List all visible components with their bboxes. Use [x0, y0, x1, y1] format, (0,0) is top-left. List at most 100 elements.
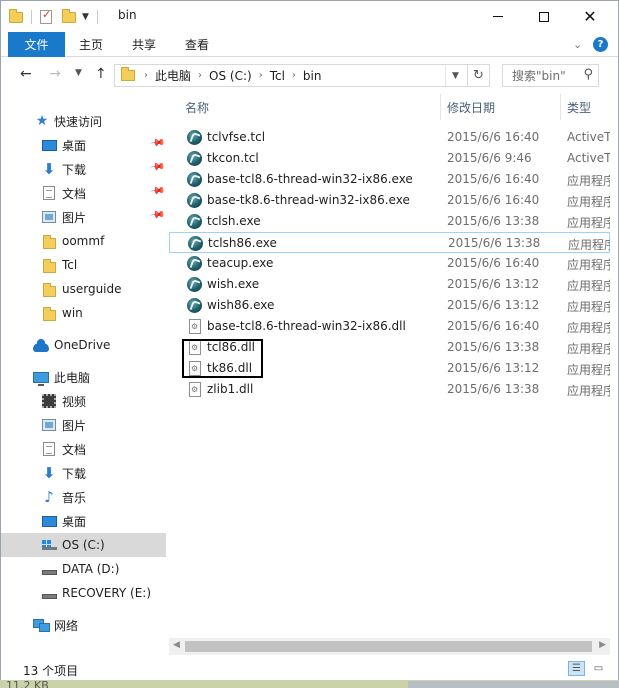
pin-icon[interactable]: 📌: [149, 207, 166, 223]
expand-ribbon-icon[interactable]: ⌄: [573, 38, 582, 51]
breadcrumb-this-pc[interactable]: 此电脑: [155, 67, 191, 84]
nav-label: 视频: [62, 394, 87, 409]
desktop-icon: [41, 513, 57, 529]
file-row[interactable]: zlib1.dll 2015/6/6 13:38 应用程序: [169, 379, 610, 400]
tab-home[interactable]: 主页: [79, 32, 103, 57]
file-row[interactable]: tkcon.tcl 2015/6/6 9:46 ActiveTcl: [169, 148, 610, 169]
maximize-icon: [539, 11, 549, 22]
nav-item-userguide[interactable]: userguide: [1, 277, 166, 301]
nav-item-drive-d[interactable]: DATA (D:): [1, 557, 166, 581]
nav-item-tcl[interactable]: Tcl: [1, 253, 166, 277]
file-row[interactable]: teacup.exe 2015/6/6 16:40 应用程序: [169, 253, 610, 274]
chevron-right-icon[interactable]: ›: [198, 70, 202, 81]
search-input[interactable]: 搜索"bin" ⚲: [502, 64, 599, 87]
pin-icon[interactable]: 📌: [149, 159, 166, 175]
folder-icon: [121, 67, 135, 81]
tcl-file-icon: [187, 151, 202, 166]
properties-icon[interactable]: [40, 8, 52, 24]
horizontal-scrollbar[interactable]: ◀ ▶: [169, 638, 610, 655]
tab-file[interactable]: 文件: [8, 32, 65, 57]
nav-item-drive-c[interactable]: OS (C:): [1, 533, 166, 557]
file-name: tclsh.exe: [207, 214, 261, 228]
nav-item-documents[interactable]: 文档: [1, 437, 166, 461]
nav-item-desktop[interactable]: 桌面: [1, 509, 166, 533]
file-row[interactable]: base-tk8.6-thread-win32-ix86.exe 2015/6/6…: [169, 190, 610, 211]
file-row[interactable]: base-tcl8.6-thread-win32-ix86.exe 2015/6/…: [169, 169, 610, 190]
file-name: wish86.exe: [207, 298, 275, 312]
star-icon: ★: [35, 113, 49, 129]
nav-item-music[interactable]: ♪ 音乐: [1, 485, 166, 509]
up-arrow-icon[interactable]: ↑: [95, 66, 107, 82]
maximize-button[interactable]: [521, 1, 567, 32]
nav-item-win[interactable]: win: [1, 301, 166, 325]
nav-item-onedrive[interactable]: OneDrive: [1, 333, 166, 357]
pin-icon[interactable]: 📌: [149, 183, 166, 199]
details-view-icon[interactable]: ☰: [568, 661, 585, 676]
file-name: base-tk8.6-thread-win32-ix86.exe: [207, 193, 410, 207]
nav-label: 快速访问: [54, 114, 103, 129]
file-row[interactable]: tclsh86.exe 2015/6/6 13:38 应用程序: [169, 232, 610, 253]
dll-file-icon: [189, 319, 201, 334]
nav-item-oommf[interactable]: oommf: [1, 229, 166, 253]
back-arrow-icon[interactable]: ←: [20, 66, 32, 82]
column-header-type[interactable]: 类型: [567, 92, 591, 122]
chevron-right-icon[interactable]: ›: [292, 70, 296, 81]
nav-item-downloads[interactable]: ⬇ 下载 📌: [1, 157, 166, 181]
scroll-left-icon[interactable]: ◀: [173, 640, 180, 650]
tcl-file-icon: [187, 298, 202, 313]
nav-item-pictures[interactable]: 图片 📌: [1, 205, 166, 229]
file-row[interactable]: wish86.exe 2015/6/6 13:12 应用程序: [169, 295, 610, 316]
file-date: 2015/6/6 13:38: [447, 340, 540, 354]
nav-item-downloads[interactable]: ⬇ 下载: [1, 461, 166, 485]
column-divider[interactable]: [440, 94, 441, 120]
tab-share[interactable]: 共享: [132, 32, 156, 57]
column-header-date[interactable]: 修改日期: [447, 92, 495, 122]
chevron-right-icon[interactable]: ›: [144, 70, 148, 81]
nav-quick-access[interactable]: ★ 快速访问: [1, 109, 166, 133]
nav-label: 文档: [62, 186, 87, 201]
file-row[interactable]: base-tcl8.6-thread-win32-ix86.dll 2015/6/…: [169, 316, 610, 337]
large-icons-view-icon[interactable]: ▭: [590, 661, 607, 676]
breadcrumb-bin[interactable]: bin: [303, 69, 322, 83]
chevron-down-icon[interactable]: ▼: [82, 12, 89, 22]
file-row[interactable]: tclsh.exe 2015/6/6 13:38 应用程序: [169, 211, 610, 232]
close-button[interactable]: ✕: [567, 1, 613, 32]
annotation-highlight-box: [182, 339, 263, 378]
column-header-name[interactable]: 名称: [185, 92, 209, 122]
file-type: 应用程序: [567, 384, 610, 398]
file-row[interactable]: wish.exe 2015/6/6 13:12 应用程序: [169, 274, 610, 295]
item-count: 13 个项目: [23, 664, 79, 678]
address-bar[interactable]: › 此电脑 › OS (C:) › Tcl › bin ▼ ↻: [114, 64, 490, 87]
minimize-button[interactable]: [475, 1, 521, 32]
column-divider[interactable]: [560, 94, 561, 120]
recent-locations-icon[interactable]: ▼: [75, 68, 82, 78]
scroll-right-icon[interactable]: ▶: [599, 640, 606, 650]
breadcrumb-tcl[interactable]: Tcl: [270, 69, 285, 83]
forward-arrow-icon[interactable]: →: [49, 66, 61, 82]
file-row[interactable]: tclvfse.tcl 2015/6/6 16:40 ActiveTcl: [169, 127, 610, 148]
nav-item-videos[interactable]: 视频: [1, 389, 166, 413]
tcl-file-icon: [187, 130, 202, 145]
help-icon[interactable]: ?: [593, 37, 608, 52]
new-folder-icon[interactable]: [62, 8, 76, 23]
address-dropdown-icon[interactable]: ▼: [445, 65, 465, 86]
breadcrumb-os-c[interactable]: OS (C:): [209, 69, 252, 83]
search-icon[interactable]: ⚲: [583, 67, 593, 82]
nav-item-desktop[interactable]: 桌面 📌: [1, 133, 166, 157]
computer-icon: [33, 369, 49, 386]
tcl-file-icon: [188, 236, 203, 251]
chevron-right-icon[interactable]: ›: [259, 70, 263, 81]
nav-item-network[interactable]: 网络: [1, 613, 166, 637]
file-name: base-tcl8.6-thread-win32-ix86.exe: [207, 172, 413, 186]
address-row: ← → ▼ ↑ › 此电脑 › OS (C:) › Tcl › bin ▼ ↻ …: [1, 58, 618, 92]
nav-item-this-pc[interactable]: 此电脑: [1, 365, 166, 389]
tab-view[interactable]: 查看: [185, 32, 209, 57]
pin-icon[interactable]: 📌: [149, 135, 166, 151]
refresh-icon[interactable]: ↻: [467, 65, 489, 86]
divider: [31, 10, 32, 24]
nav-item-drive-e[interactable]: RECOVERY (E:): [1, 581, 166, 605]
scrollbar-thumb[interactable]: [185, 641, 592, 652]
nav-item-documents[interactable]: 文档 📌: [1, 181, 166, 205]
nav-item-pictures[interactable]: 图片: [1, 413, 166, 437]
drive-icon: [41, 561, 57, 577]
